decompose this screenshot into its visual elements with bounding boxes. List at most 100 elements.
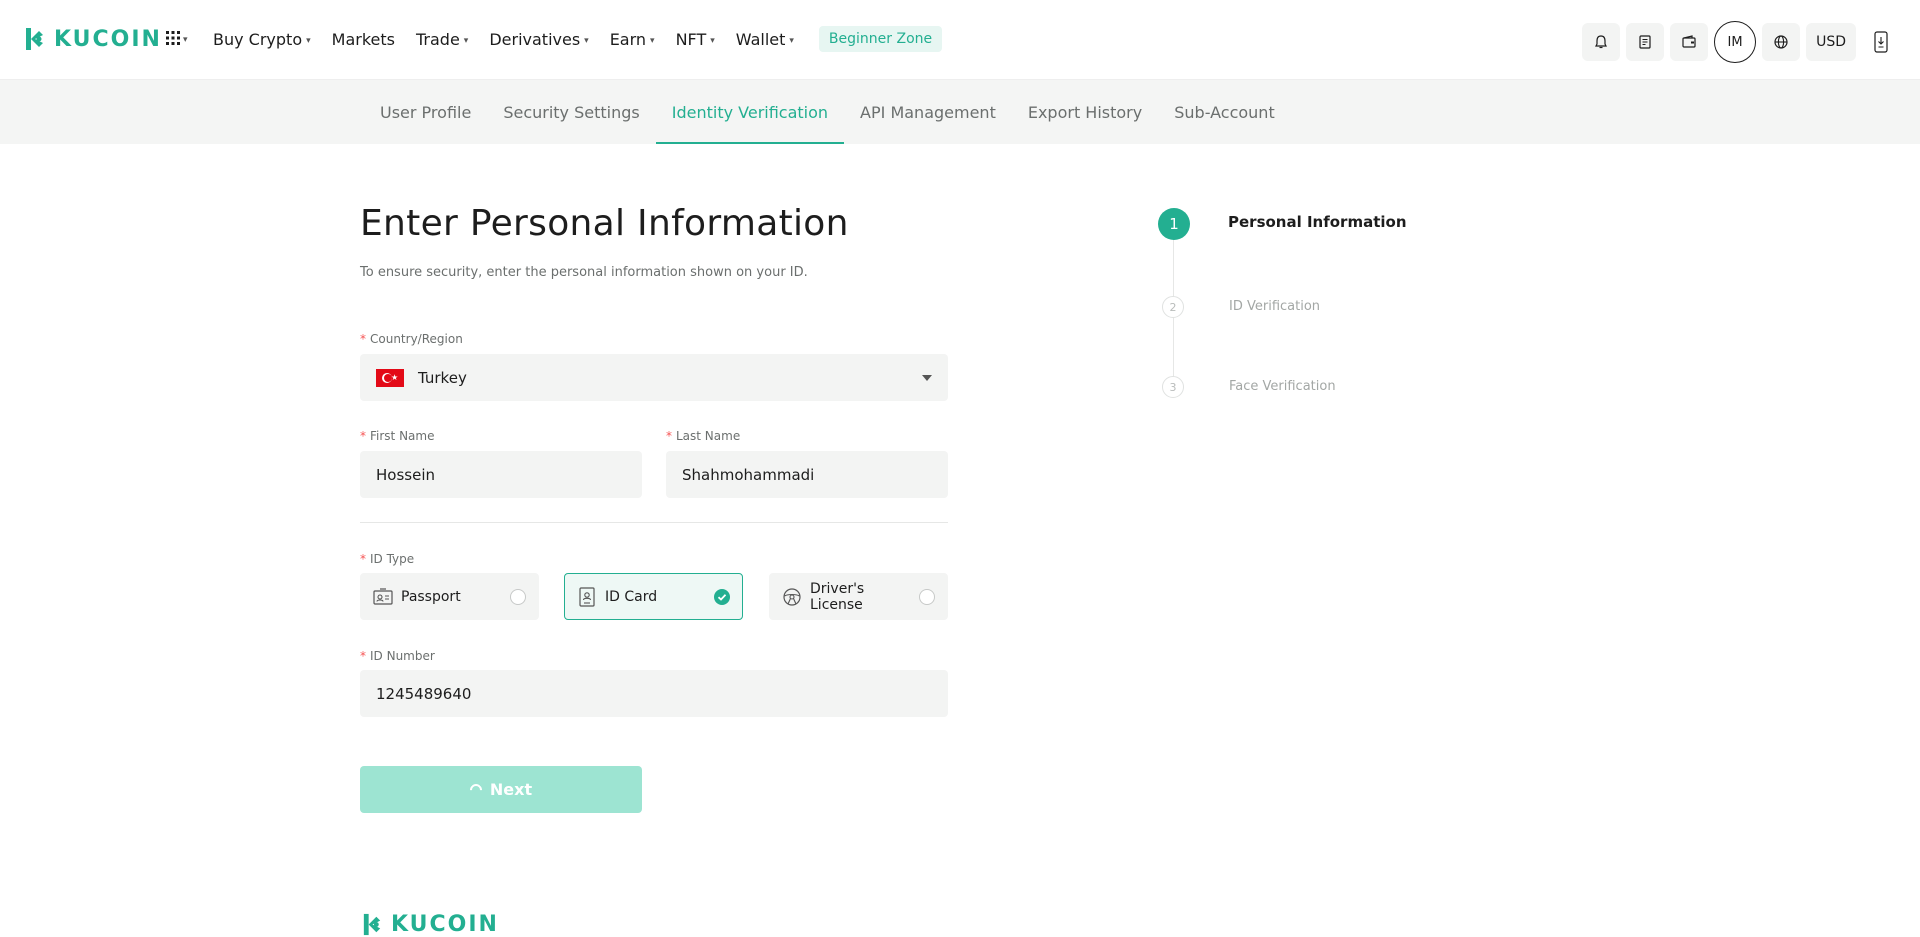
chevron-down-icon: ▾ xyxy=(710,36,715,46)
main-menu: Buy Crypto ▾ Markets Trade ▾ Derivatives ▾ … xyxy=(213,26,943,52)
footer-logo[interactable]: KUCOIN xyxy=(360,912,499,937)
id-number-value: 1245489640 xyxy=(376,684,472,703)
globe-icon xyxy=(1774,35,1788,49)
chevron-down-icon: ▾ xyxy=(306,36,311,46)
nav-label: Buy Crypto xyxy=(213,29,303,49)
first-name-label: * First Name xyxy=(360,429,434,443)
steering-wheel-icon xyxy=(782,587,802,607)
step-number-3: 3 xyxy=(1162,376,1184,398)
nav-label: Markets xyxy=(331,29,395,49)
kucoin-logo[interactable]: KUCOIN xyxy=(22,26,162,52)
id-type-id-card[interactable]: ID Card xyxy=(564,573,743,620)
step-label-personal-information: Personal Information xyxy=(1228,213,1407,231)
step-label-face-verification: Face Verification xyxy=(1229,379,1336,394)
nav-label: NFT xyxy=(675,29,707,49)
passport-icon xyxy=(373,587,393,607)
chevron-down-icon: ▾ xyxy=(463,36,469,46)
chevron-down-icon: ▾ xyxy=(650,36,655,46)
grid-icon xyxy=(166,31,180,45)
header-actions: IM USD xyxy=(1582,21,1920,63)
nav-label: Derivatives xyxy=(489,29,581,49)
chevron-down-icon: ▾ xyxy=(584,36,589,46)
label-text: First Name xyxy=(370,429,435,443)
id-type-drivers-license[interactable]: Driver's License xyxy=(769,573,948,620)
id-number-label: * ID Number xyxy=(360,649,435,663)
id-type-label: * ID Type xyxy=(360,552,414,566)
next-button[interactable]: Next xyxy=(360,766,642,813)
currency-selector[interactable]: USD xyxy=(1806,23,1856,61)
kucoin-logo-icon xyxy=(26,28,43,50)
orders-icon xyxy=(1639,35,1651,49)
wallet-button[interactable] xyxy=(1670,23,1709,61)
option-label: Passport xyxy=(401,588,461,605)
radio-unchecked xyxy=(510,588,526,605)
id-number-field[interactable]: 1245489640 xyxy=(360,670,948,717)
turkey-flag-icon: ★ xyxy=(376,368,404,387)
nav-earn[interactable]: Earn ▾ xyxy=(610,30,655,49)
tab-identity-verification[interactable]: Identity Verification xyxy=(655,80,845,144)
tab-security-settings[interactable]: Security Settings xyxy=(487,80,655,144)
chevron-down-icon: ▾ xyxy=(789,36,794,46)
id-type-passport[interactable]: Passport xyxy=(360,573,539,620)
download-app-button[interactable] xyxy=(1868,23,1894,61)
avatar[interactable]: IM xyxy=(1714,21,1757,63)
language-button[interactable] xyxy=(1762,23,1801,61)
tab-api-management[interactable]: API Management xyxy=(844,80,1012,144)
notifications-button[interactable] xyxy=(1582,23,1621,61)
download-icon xyxy=(1874,31,1888,53)
required-mark: * xyxy=(360,552,366,566)
brand-name: KUCOIN xyxy=(54,26,162,52)
nav-markets[interactable]: Markets xyxy=(332,30,395,49)
loading-spinner-icon xyxy=(467,781,485,798)
label-text: Country/Region xyxy=(370,332,463,346)
required-mark: * xyxy=(360,429,366,443)
label-text: ID Type xyxy=(370,552,415,566)
wallet-icon xyxy=(1682,35,1696,48)
country-label: * Country/Region xyxy=(360,332,463,346)
account-subnav: User Profile Security Settings Identity … xyxy=(0,80,1920,144)
last-name-label: * Last Name xyxy=(666,429,740,443)
radio-unchecked xyxy=(919,588,935,605)
chevron-down-icon: ▾ xyxy=(183,35,188,45)
divider xyxy=(360,522,948,523)
step-number-2: 2 xyxy=(1162,296,1184,318)
required-mark: * xyxy=(666,429,672,443)
id-card-icon xyxy=(577,586,597,607)
kucoin-logo-icon xyxy=(363,913,381,936)
chevron-down-icon xyxy=(922,374,932,381)
apps-menu[interactable]: ▾ xyxy=(165,30,188,46)
tab-sub-account[interactable]: Sub-Account xyxy=(1158,80,1290,144)
step-label-id-verification: ID Verification xyxy=(1229,299,1321,314)
first-name-field[interactable]: Hossein xyxy=(360,451,642,498)
last-name-value: Shahmohammadi xyxy=(682,465,815,484)
beginner-zone-button[interactable]: Beginner Zone xyxy=(818,26,943,52)
nav-label: Wallet xyxy=(735,29,786,49)
nav-wallet[interactable]: Wallet ▾ xyxy=(736,30,794,49)
nav-buy-crypto[interactable]: Buy Crypto ▾ xyxy=(213,30,311,49)
nav-label: Trade xyxy=(415,29,460,49)
top-nav: KUCOIN ▾ Buy Crypto ▾ Markets Trade ▾ Deri… xyxy=(0,0,1920,80)
bell-icon xyxy=(1595,35,1608,49)
brand-name: KUCOIN xyxy=(391,912,499,937)
country-value: Turkey xyxy=(418,368,467,387)
required-mark: * xyxy=(360,649,366,663)
check-circle-icon xyxy=(714,588,730,605)
label-text: ID Number xyxy=(370,649,435,663)
option-label: ID Card xyxy=(605,588,658,605)
nav-trade[interactable]: Trade ▾ xyxy=(416,30,468,49)
next-label: Next xyxy=(489,780,533,799)
first-name-value: Hossein xyxy=(376,465,435,484)
tab-export-history[interactable]: Export History xyxy=(1012,80,1158,144)
label-text: Last Name xyxy=(676,429,741,443)
last-name-field[interactable]: Shahmohammadi xyxy=(666,451,948,498)
orders-button[interactable] xyxy=(1626,23,1665,61)
account-tabs: User Profile Security Settings Identity … xyxy=(364,80,1291,144)
nav-nft[interactable]: NFT ▾ xyxy=(676,30,715,49)
tab-user-profile[interactable]: User Profile xyxy=(364,80,487,144)
page-subtitle: To ensure security, enter the personal i… xyxy=(360,265,808,280)
required-mark: * xyxy=(360,332,366,346)
option-label: Driver's License xyxy=(810,580,865,613)
country-select[interactable]: ★ Turkey xyxy=(360,354,948,401)
nav-derivatives[interactable]: Derivatives ▾ xyxy=(489,30,588,49)
step-number-1: 1 xyxy=(1158,208,1190,240)
